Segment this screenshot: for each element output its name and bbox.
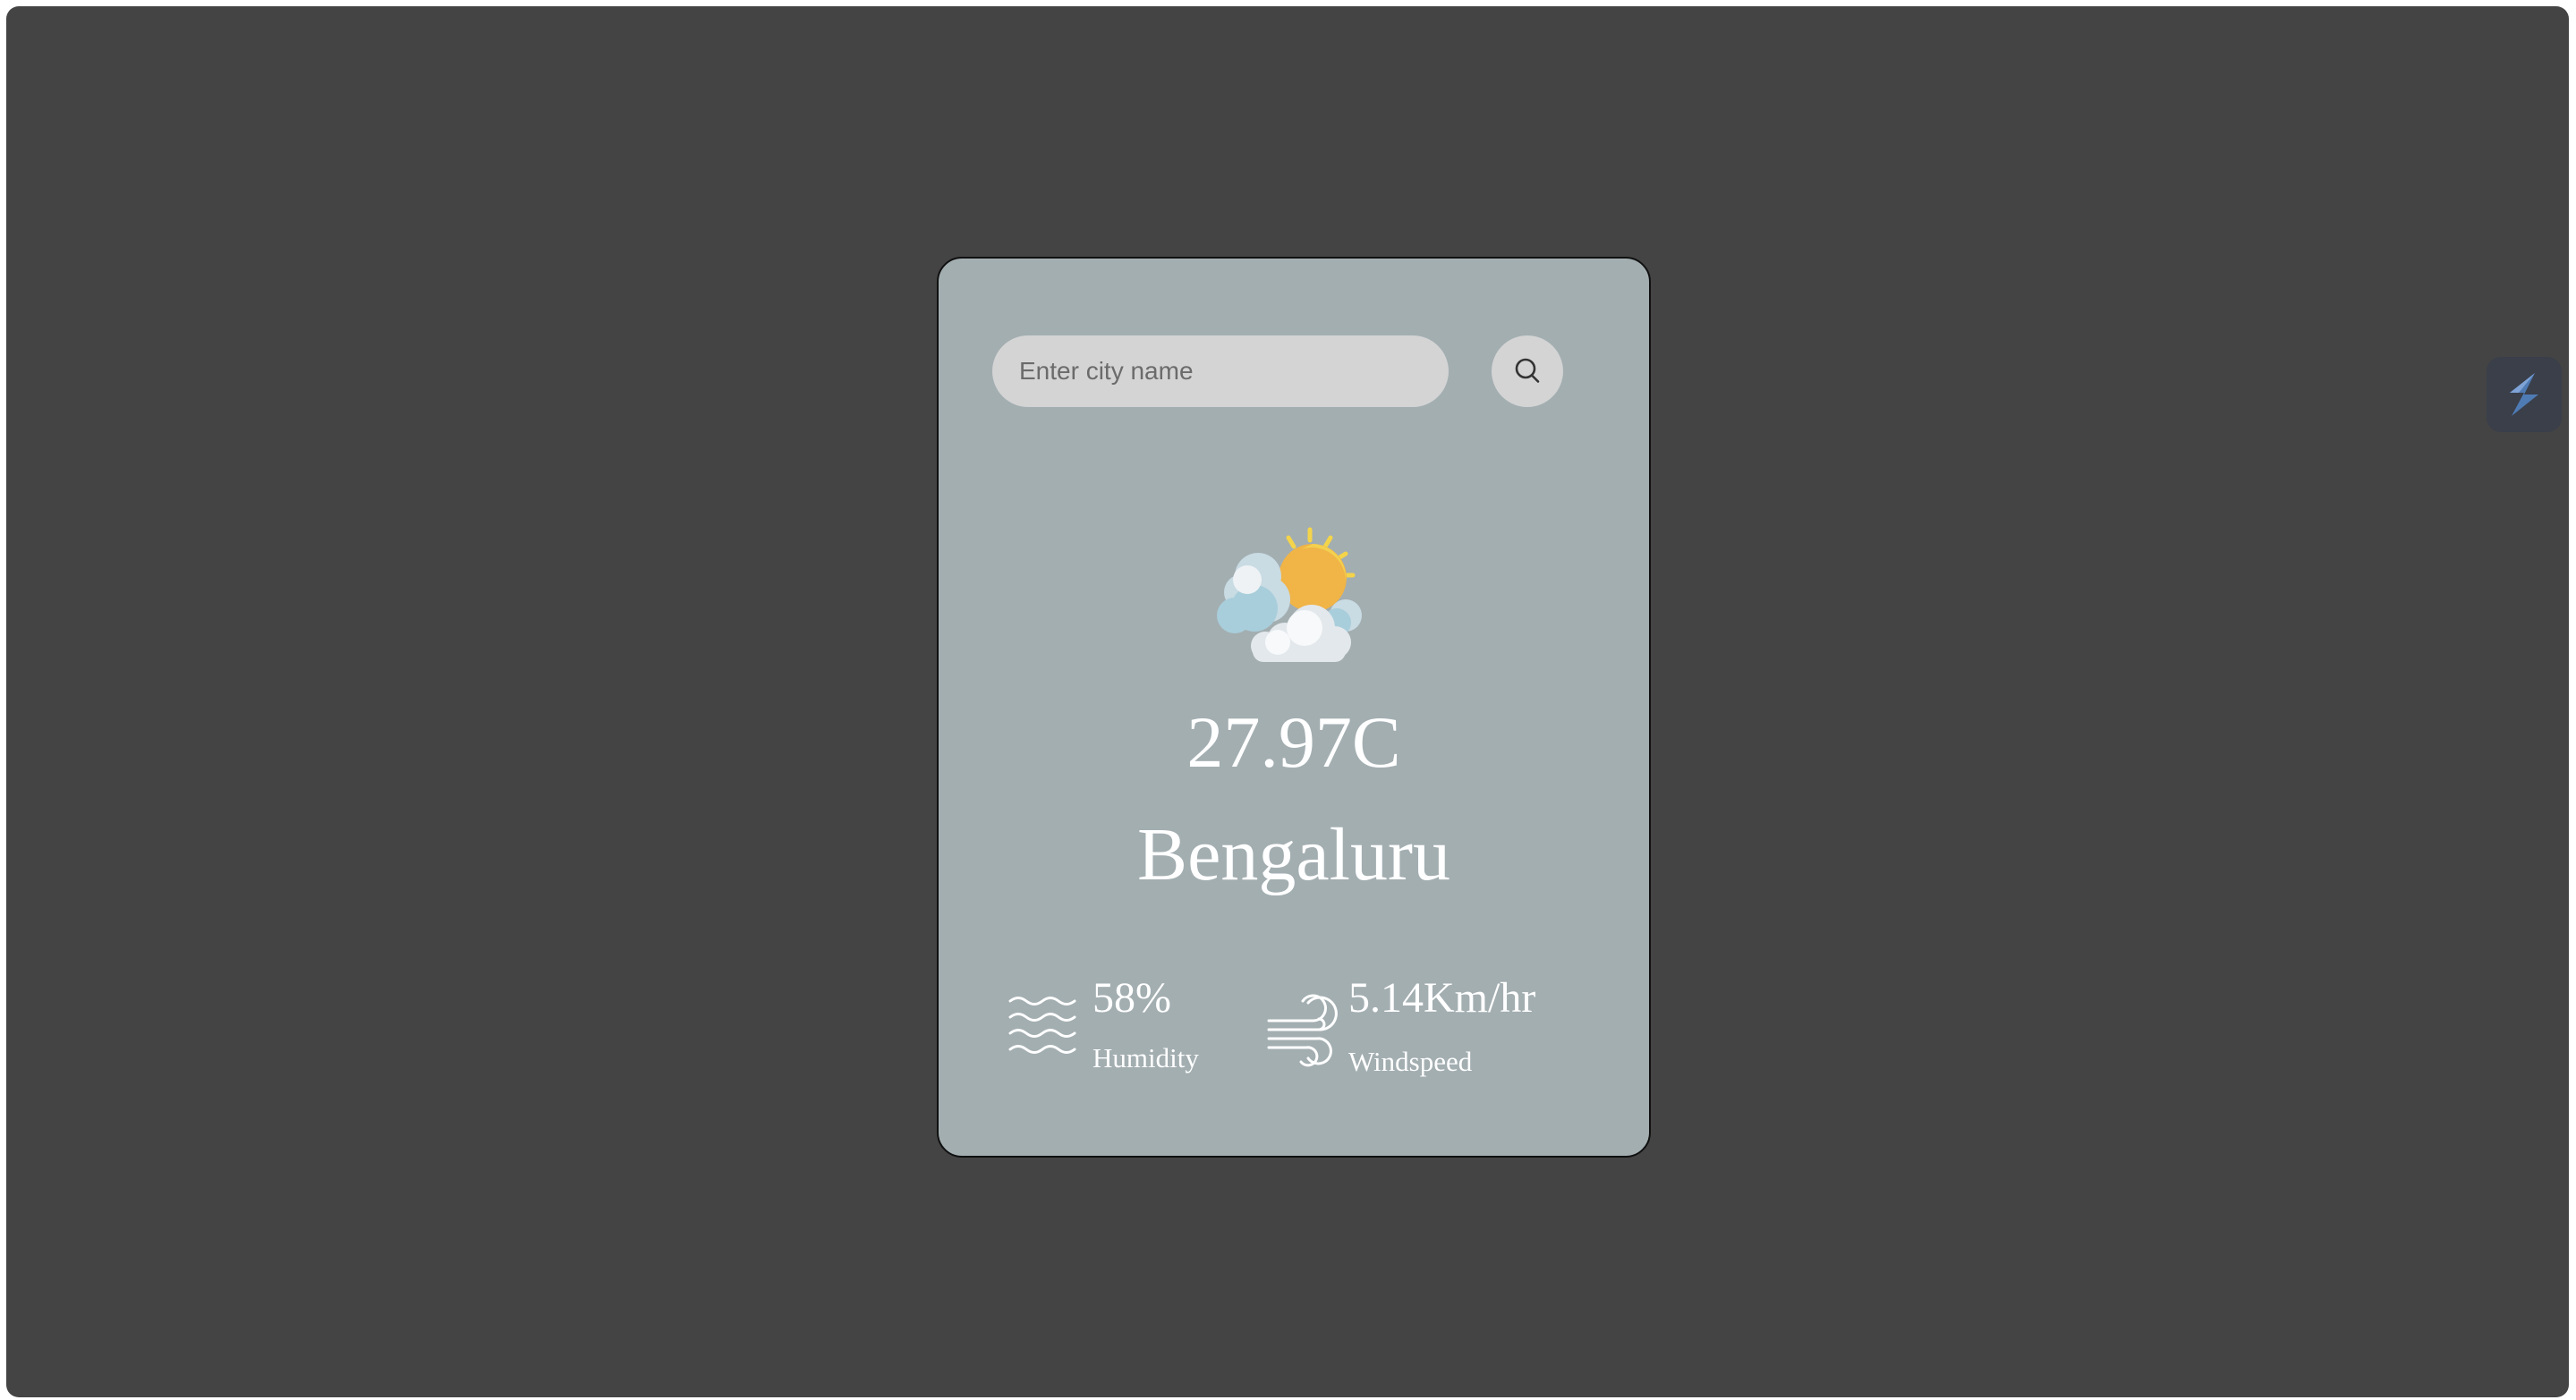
humidity-value: 58% xyxy=(1092,974,1171,1022)
search-icon xyxy=(1515,358,1540,383)
temperature-value: 27.97C xyxy=(1186,701,1401,783)
extension-lightning-icon xyxy=(2510,373,2538,416)
weather-card: 27.97C Bengaluru 58% Humidity 5.14Km/hr … xyxy=(937,257,1651,1158)
windspeed-value: 5.14Km/hr xyxy=(1348,974,1536,1022)
humidity-waves-icon xyxy=(1008,997,1076,1054)
partly-cloudy-icon xyxy=(1217,527,1362,662)
humidity-label: Humidity xyxy=(1092,1042,1199,1073)
search-button[interactable] xyxy=(1492,335,1563,407)
app-window: 27.97C Bengaluru 58% Humidity 5.14Km/hr … xyxy=(6,6,2569,1397)
windspeed-label: Windspeed xyxy=(1348,1046,1473,1077)
city-name: Bengaluru xyxy=(1137,813,1450,896)
browser-extension-button[interactable] xyxy=(2487,357,2562,432)
wind-icon xyxy=(1267,994,1338,1067)
city-search-input[interactable] xyxy=(992,335,1449,407)
